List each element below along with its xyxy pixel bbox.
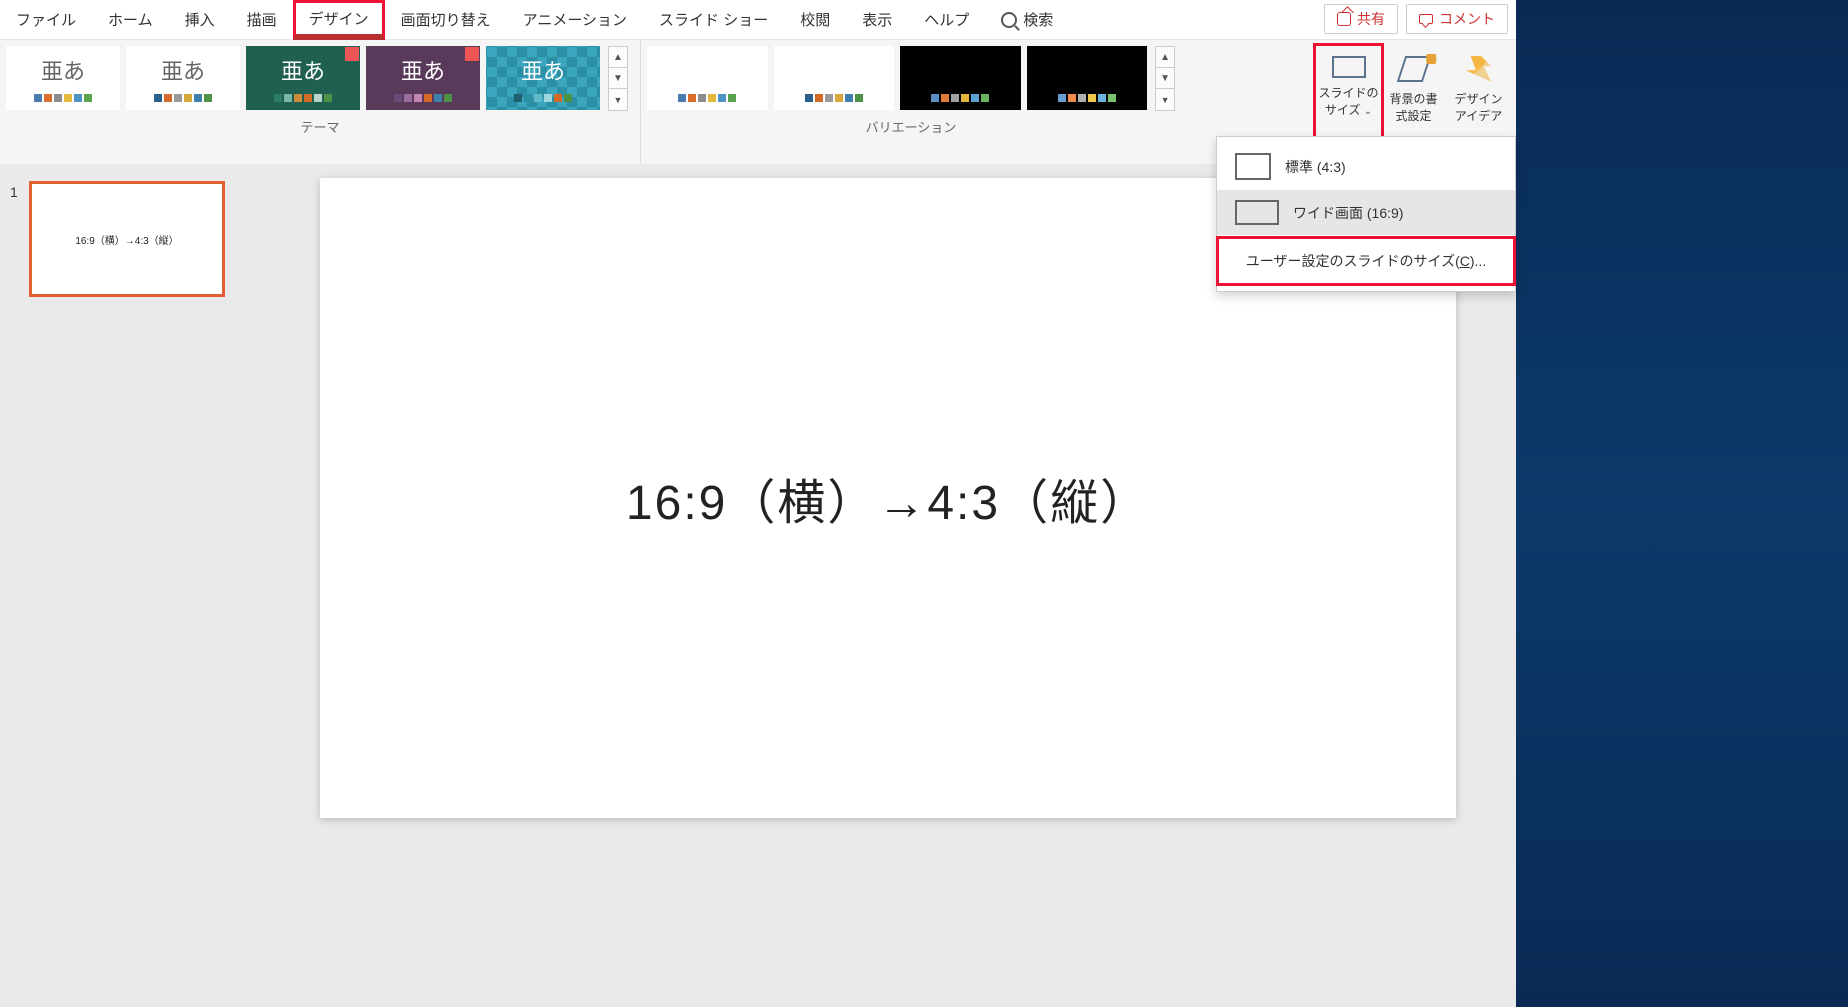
tab-view[interactable]: 表示 [846, 0, 908, 40]
scroll-down-icon[interactable]: ▼ [609, 68, 627, 89]
themes-more-spinner[interactable]: ▲ ▼ ▼ [608, 46, 628, 111]
design-ideas-label-1: デザイン [1454, 90, 1502, 107]
tab-design[interactable]: デザイン [293, 0, 385, 40]
variation-3[interactable] [900, 46, 1021, 110]
format-bg-label-2: 式設定 [1395, 107, 1431, 124]
slide-panel[interactable]: 1 16:9（横）→4:3（縦） [0, 164, 260, 1007]
comment-button[interactable]: コメント [1406, 4, 1508, 34]
variation-more-spinner[interactable]: ▲ ▼ ▼ [1155, 46, 1175, 111]
menu-custom-label: ユーザー設定のスライドのサイズ(C)... [1246, 251, 1486, 271]
search-box[interactable]: 検索 [985, 9, 1069, 30]
tab-transition[interactable]: 画面切り替え [385, 0, 507, 40]
menu-custom-size[interactable]: ユーザー設定のスライドのサイズ(C)... [1219, 239, 1513, 283]
theme-sample-text: 亜あ [161, 54, 205, 86]
slide-size-icon [1332, 56, 1366, 78]
theme-badge [345, 47, 359, 61]
slide-size-label-1: スライドの [1318, 84, 1378, 101]
tab-review[interactable]: 校閲 [784, 0, 846, 40]
tab-draw[interactable]: 描画 [231, 0, 293, 40]
design-ideas-button[interactable]: デザイン アイデア [1446, 46, 1511, 142]
ribbon-tabs: ファイル ホーム 挿入 描画 デザイン 画面切り替え アニメーション スライド … [0, 0, 1516, 40]
tab-home[interactable]: ホーム [92, 0, 169, 40]
theme-sample-text: 亜あ [281, 54, 325, 86]
variation-group-label: バリエーション [647, 111, 1175, 136]
scroll-up-icon[interactable]: ▲ [609, 47, 627, 68]
theme-palette [508, 94, 578, 102]
powerpoint-window: ファイル ホーム 挿入 描画 デザイン 画面切り替え アニメーション スライド … [0, 0, 1516, 1007]
slide-size-button[interactable]: スライドの サイズ ⌄ [1316, 46, 1381, 142]
menu-standard-label: 標準 (4:3) [1285, 157, 1346, 177]
theme-sample-text: 亜あ [521, 54, 565, 86]
tab-file[interactable]: ファイル [0, 0, 92, 40]
expand-gallery-icon[interactable]: ▼ [609, 89, 627, 110]
theme-badge [465, 47, 479, 61]
customize-group: スライドの サイズ ⌄ 背景の書 式設定 デザイン アイデア [1316, 40, 1516, 142]
menu-standard-43[interactable]: 標準 (4:3) [1217, 143, 1515, 190]
tab-animation[interactable]: アニメーション [507, 0, 643, 40]
tab-insert[interactable]: 挿入 [169, 0, 231, 40]
theme-green[interactable]: 亜あ [246, 46, 360, 110]
expand-gallery-icon[interactable]: ▼ [1156, 89, 1174, 110]
format-bg-label-1: 背景の書 [1389, 90, 1437, 107]
theme-palette [148, 94, 218, 102]
chevron-down-icon: ⌄ [1364, 106, 1372, 117]
design-ideas-icon [1466, 56, 1492, 82]
variation-4[interactable] [1027, 46, 1148, 110]
format-background-icon [1396, 56, 1430, 82]
search-icon [1001, 12, 1017, 28]
slide-thumbnail-row: 1 16:9（横）→4:3（縦） [10, 184, 250, 294]
window-action-buttons: 共有 コメント [1324, 4, 1508, 34]
menu-wide-169[interactable]: ワイド画面 (16:9) [1217, 190, 1515, 235]
theme-purple[interactable]: 亜あ [366, 46, 480, 110]
design-ideas-label-2: アイデア [1455, 107, 1502, 124]
tab-slideshow[interactable]: スライド ショー [643, 0, 784, 40]
variation-2[interactable] [774, 46, 895, 110]
slide-1-thumbnail[interactable]: 16:9（横）→4:3（縦） [32, 184, 222, 294]
variation-palette [925, 94, 995, 102]
format-background-button[interactable]: 背景の書 式設定 [1381, 46, 1446, 142]
slide-number: 1 [10, 184, 24, 294]
theme-sample-text: 亜あ [401, 54, 445, 86]
slide-title-text[interactable]: 16:9（横）→4:3（縦） [626, 463, 1150, 533]
variation-palette [799, 94, 869, 102]
theme-sample-text: 亜あ [41, 54, 85, 86]
aspect-43-icon [1235, 153, 1271, 180]
theme-office[interactable]: 亜あ [6, 46, 120, 110]
share-label: 共有 [1357, 9, 1385, 29]
themes-group: 亜あ 亜あ 亜あ 亜あ 亜あ [0, 40, 640, 164]
themes-gallery: 亜あ 亜あ 亜あ 亜あ 亜あ [6, 46, 634, 111]
theme-office-2[interactable]: 亜あ [126, 46, 240, 110]
share-button[interactable]: 共有 [1324, 4, 1398, 34]
comment-icon [1419, 14, 1433, 24]
desktop-background [1516, 0, 1848, 1007]
theme-palette [28, 94, 98, 102]
aspect-169-icon [1235, 200, 1279, 225]
theme-teal[interactable]: 亜あ [486, 46, 600, 110]
tab-help[interactable]: ヘルプ [908, 0, 985, 40]
scroll-down-icon[interactable]: ▼ [1156, 68, 1174, 89]
themes-group-label: テーマ [6, 111, 634, 136]
slide-size-label-2: サイズ ⌄ [1325, 101, 1372, 118]
variation-palette [672, 94, 742, 102]
variation-1[interactable] [647, 46, 768, 110]
share-icon [1337, 12, 1351, 26]
scroll-up-icon[interactable]: ▲ [1156, 47, 1174, 68]
theme-palette [388, 94, 458, 102]
menu-wide-label: ワイド画面 (16:9) [1293, 203, 1403, 223]
search-label: 検索 [1023, 9, 1053, 30]
comment-label: コメント [1439, 9, 1495, 29]
slide-thumb-text: 16:9（横）→4:3（縦） [75, 232, 178, 247]
variation-gallery: ▲ ▼ ▼ [647, 46, 1175, 111]
variation-palette [1052, 94, 1122, 102]
slide-size-menu: 標準 (4:3) ワイド画面 (16:9) ユーザー設定のスライドのサイズ(C)… [1216, 136, 1516, 292]
variation-group: ▲ ▼ ▼ バリエーション [641, 40, 1181, 164]
theme-palette [268, 94, 338, 102]
